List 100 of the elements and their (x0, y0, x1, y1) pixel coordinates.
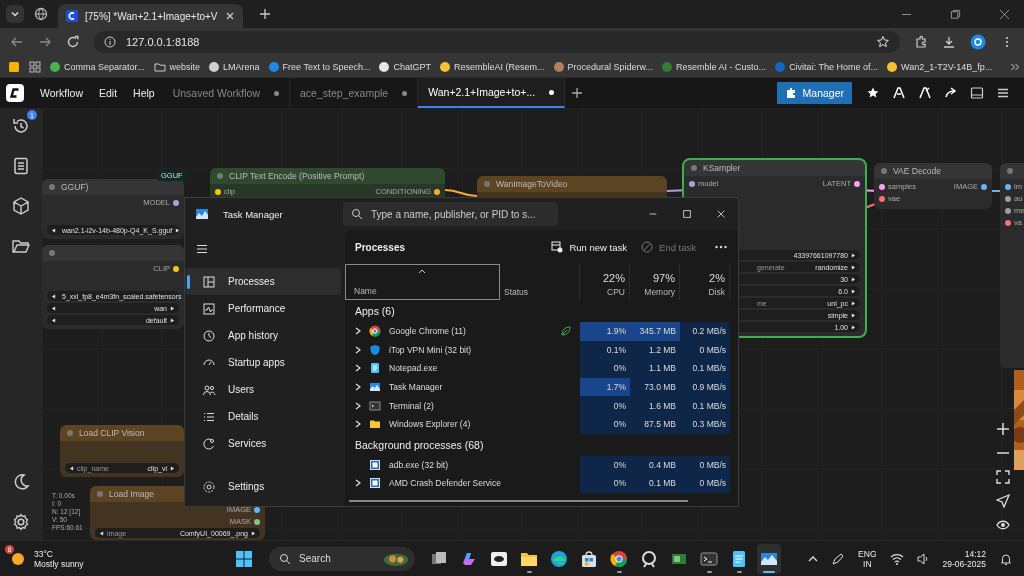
chevron-right-icon[interactable] (355, 401, 361, 410)
process-name[interactable]: Task Manager (389, 382, 443, 393)
close-icon[interactable] (999, 8, 1010, 20)
workflow-tab[interactable]: Wan+2.1+Image+to+... (418, 78, 566, 108)
notification-icon[interactable] (999, 551, 1013, 566)
slot-dot[interactable] (173, 199, 179, 206)
toolbar-button[interactable]: Run new task (551, 241, 628, 253)
clock[interactable]: 14:12 29-06-2025 (938, 548, 990, 569)
column-header[interactable]: CPU (607, 287, 625, 297)
bookmark-link[interactable]: ChatGPT (379, 61, 431, 72)
cube-icon[interactable] (11, 196, 31, 216)
node-tool-icon[interactable] (918, 86, 932, 100)
slot-dot[interactable] (1005, 207, 1011, 214)
bookmark-link[interactable]: Resemble AI - Custo... (662, 61, 767, 72)
menu-item[interactable]: Help (125, 87, 163, 99)
bookmark-link[interactable]: Civitai: The Home of... (775, 61, 878, 72)
search-field[interactable]: Type a name, publisher, or PID to s... (343, 202, 558, 226)
menu-icon[interactable] (996, 86, 1010, 100)
apps-grid-icon[interactable] (29, 60, 41, 73)
bookmark-link[interactable]: Free Text to Speech... (268, 61, 371, 72)
settings-icon[interactable] (11, 512, 31, 532)
pen-icon[interactable] (831, 551, 846, 566)
node-canvas[interactable] (42, 108, 1024, 540)
zoom-in-icon[interactable] (996, 422, 1010, 436)
nav-item[interactable]: Services (185, 430, 341, 457)
slot-dot[interactable] (215, 188, 221, 195)
chevron-right-icon[interactable] (355, 420, 361, 429)
nav-item[interactable]: App history (185, 322, 341, 349)
star-icon[interactable] (876, 35, 890, 49)
node-tool-icon[interactable] (892, 86, 906, 100)
slot-dot[interactable] (434, 188, 440, 195)
slot-dot[interactable] (854, 180, 860, 187)
panel-icon[interactable] (970, 86, 984, 100)
fit-view-icon[interactable] (996, 470, 1010, 484)
chevron-right-icon[interactable] (355, 345, 361, 354)
language-indicator[interactable]: ENG IN (854, 548, 881, 569)
nav-item[interactable]: Processes (185, 268, 341, 295)
windows-start-icon[interactable] (234, 548, 255, 569)
bookmark-link[interactable]: Comma Separator... (50, 61, 145, 72)
address-field[interactable]: 127.0.0.1:8188 (94, 31, 900, 53)
search-field[interactable]: Search (269, 546, 416, 571)
bookmark-link[interactable]: website (153, 60, 201, 73)
volume-icon[interactable] (915, 551, 930, 566)
column-header[interactable]: Status (500, 264, 580, 300)
wifi-icon[interactable] (889, 551, 904, 566)
eye-icon[interactable] (996, 518, 1010, 532)
slot-dot[interactable] (173, 265, 179, 272)
process-name[interactable]: AMD Crash Defender Service (389, 478, 501, 489)
slot-dot[interactable] (981, 183, 987, 190)
chevron-right-icon[interactable] (355, 479, 361, 488)
tab-search-button[interactable] (6, 5, 24, 23)
manager-button[interactable]: Manager (776, 82, 852, 104)
nav-item[interactable]: Performance (185, 295, 341, 322)
slot-dot[interactable] (879, 183, 885, 190)
menu-item[interactable]: Workflow (32, 87, 91, 99)
share-icon[interactable] (944, 86, 958, 100)
slot-dot[interactable] (879, 195, 885, 202)
nav-item[interactable]: Startup apps (185, 349, 341, 376)
menu-item[interactable]: Edit (91, 87, 126, 99)
app-logo[interactable] (6, 84, 24, 102)
new-tab-icon[interactable] (259, 8, 271, 20)
column-header[interactable]: Memory (644, 287, 675, 297)
browser-tab[interactable]: [75%] *Wan+2.1+Image+to+V (58, 4, 243, 28)
nav-item[interactable]: Details (185, 403, 341, 430)
chevron-right-icon[interactable] (355, 364, 361, 373)
more-bookmarks-icon[interactable] (1010, 61, 1021, 72)
info-icon[interactable] (104, 36, 116, 48)
slot-dot[interactable] (1005, 183, 1011, 190)
restore-icon[interactable] (950, 8, 961, 20)
chevron-right-icon[interactable] (355, 327, 361, 336)
slot-dot[interactable] (1005, 219, 1011, 226)
star-icon[interactable] (866, 86, 880, 100)
extensions-icon[interactable] (914, 35, 928, 49)
bookmark-link[interactable]: Procedural Spiderw... (553, 61, 654, 72)
bookmark-link[interactable]: LMArena (209, 61, 260, 72)
history-icon[interactable] (11, 116, 31, 136)
menu-icon[interactable] (195, 242, 209, 256)
column-header[interactable]: Disk (708, 287, 725, 297)
bookmark-icon[interactable] (8, 60, 20, 73)
forward-icon[interactable] (38, 35, 52, 49)
name-column-header[interactable]: Name (345, 264, 500, 300)
chevron-right-icon[interactable] (355, 383, 361, 392)
process-name[interactable]: Windows Explorer (4) (389, 419, 471, 430)
bookmark-link[interactable]: ResembleAI (Resem... (440, 61, 545, 72)
navigate-icon[interactable] (996, 494, 1010, 508)
slot-dot[interactable] (254, 518, 260, 525)
profile-icon[interactable] (970, 34, 986, 50)
globe-icon[interactable] (34, 7, 48, 21)
reload-icon[interactable] (66, 35, 80, 49)
process-name[interactable]: Notepad.exe (389, 363, 438, 374)
close-icon[interactable] (225, 11, 235, 21)
taskbar-app[interactable] (757, 543, 782, 574)
document-icon[interactable] (11, 156, 31, 176)
slot-dot[interactable] (1005, 195, 1011, 202)
slot-dot[interactable] (689, 180, 695, 187)
maximize-icon[interactable] (682, 209, 692, 219)
bookmark-link[interactable]: Wan2_1-T2V-14B_fp... (887, 61, 993, 72)
add-tab-icon[interactable] (571, 87, 584, 99)
process-name[interactable]: iTop VPN Mini (32 bit) (389, 344, 472, 355)
process-name[interactable]: adb.exe (32 bit) (389, 459, 449, 470)
